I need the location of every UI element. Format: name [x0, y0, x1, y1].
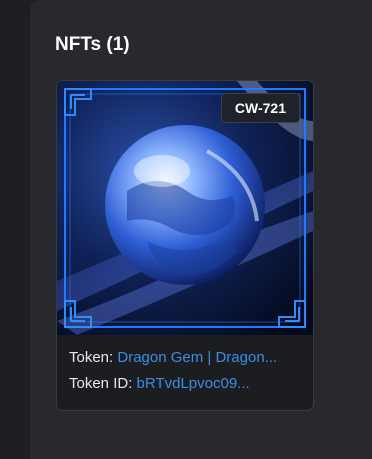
token-id-link[interactable]: bRTvdLpvoc09...: [137, 375, 250, 392]
nft-card[interactable]: CW-721 Token: Dragon Gem | Dragon... Tok…: [56, 80, 314, 411]
nft-panel: NFTs (1) CW-721 Token: Dragon Gem | Drag…: [30, 0, 372, 459]
token-id-label: Token ID:: [69, 375, 133, 392]
nft-page: NFTs (1) CW-721 Token: Dragon Gem | Drag…: [0, 0, 372, 459]
nft-image[interactable]: CW-721: [57, 81, 313, 335]
token-name-link[interactable]: Dragon Gem | Dragon...: [117, 349, 277, 366]
token-row: Token: Dragon Gem | Dragon...: [69, 348, 301, 367]
section-title: NFTs (1): [55, 34, 130, 55]
token-standard-badge: CW-721: [220, 93, 300, 123]
token-id-row: Token ID: bRTvdLpvoc09...: [69, 374, 301, 393]
nft-metadata: Token: Dragon Gem | Dragon... Token ID: …: [57, 335, 313, 393]
token-label: Token:: [69, 349, 114, 366]
